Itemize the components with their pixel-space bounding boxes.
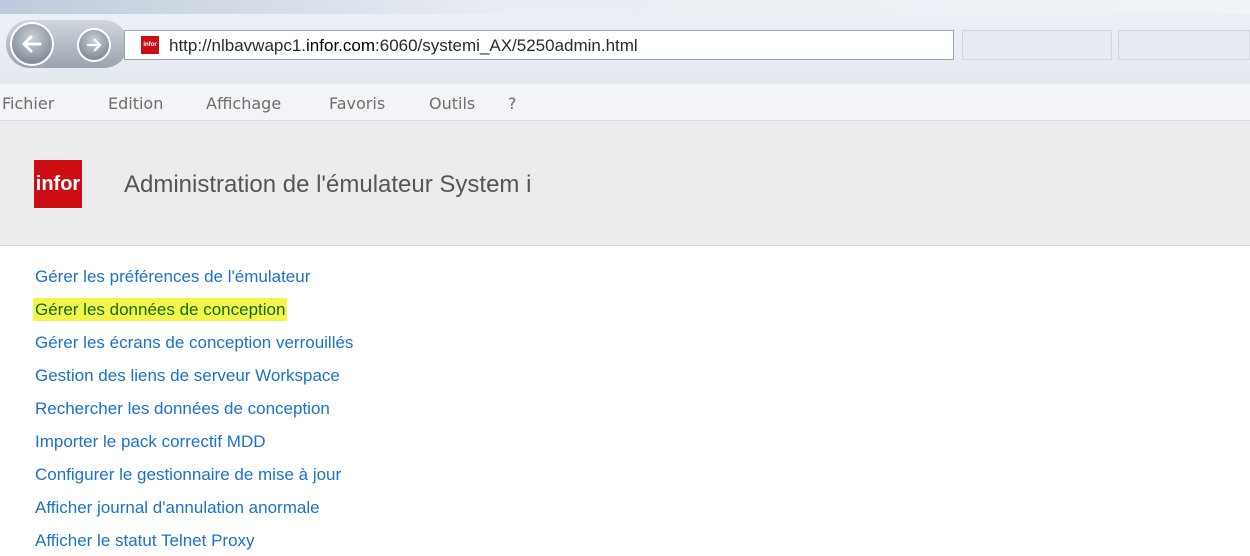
browser-chrome: infor http://nlbavwapc1.infor.com:6060/s… xyxy=(0,0,1250,84)
favicon: infor xyxy=(141,36,159,54)
infor-logo: infor xyxy=(34,160,82,208)
menu-affichage[interactable]: Affichage xyxy=(206,94,281,113)
url-text[interactable]: http://nlbavwapc1.infor.com:6060/systemi… xyxy=(169,36,638,56)
menu-favoris[interactable]: Favoris xyxy=(329,94,385,113)
address-bar[interactable]: infor http://nlbavwapc1.infor.com:6060/s… xyxy=(124,30,954,60)
back-button[interactable] xyxy=(10,22,54,66)
link-workspace-server-links[interactable]: Gestion des liens de serveur Workspace xyxy=(33,364,355,387)
admin-links-list: Gérer les préférences de l'émulateur Gér… xyxy=(33,265,355,552)
back-arrow-icon xyxy=(22,35,42,53)
menu-outils[interactable]: Outils xyxy=(429,94,475,113)
browser-tab[interactable] xyxy=(962,30,1112,60)
forward-arrow-icon xyxy=(86,38,102,52)
link-configure-update-manager[interactable]: Configurer le gestionnaire de mise à jou… xyxy=(33,463,355,486)
menu-edition[interactable]: Edition xyxy=(108,94,163,113)
menu-fichier[interactable]: Fichier xyxy=(2,94,54,113)
menu-bar: Fichier Edition Affichage Favoris Outils… xyxy=(0,84,1250,121)
link-manage-emulator-preferences[interactable]: Gérer les préférences de l'émulateur xyxy=(33,265,355,288)
page-header: infor Administration de l'émulateur Syst… xyxy=(0,121,1250,246)
forward-button[interactable] xyxy=(77,28,111,62)
link-telnet-proxy-status[interactable]: Afficher le statut Telnet Proxy xyxy=(33,529,355,552)
browser-tab[interactable] xyxy=(1118,30,1250,60)
link-search-design-data[interactable]: Rechercher les données de conception xyxy=(33,397,355,420)
window-titlebar xyxy=(0,0,1250,14)
page-title: Administration de l'émulateur System i xyxy=(124,171,532,198)
link-import-mdd-fix-pack[interactable]: Importer le pack correctif MDD xyxy=(33,430,355,453)
link-manage-design-data[interactable]: Gérer les données de conception xyxy=(33,298,288,321)
link-manage-locked-design-screens[interactable]: Gérer les écrans de conception verrouill… xyxy=(33,331,355,354)
menu-help[interactable]: ? xyxy=(508,94,517,113)
link-abnormal-cancel-log[interactable]: Afficher journal d'annulation anormale xyxy=(33,496,355,519)
